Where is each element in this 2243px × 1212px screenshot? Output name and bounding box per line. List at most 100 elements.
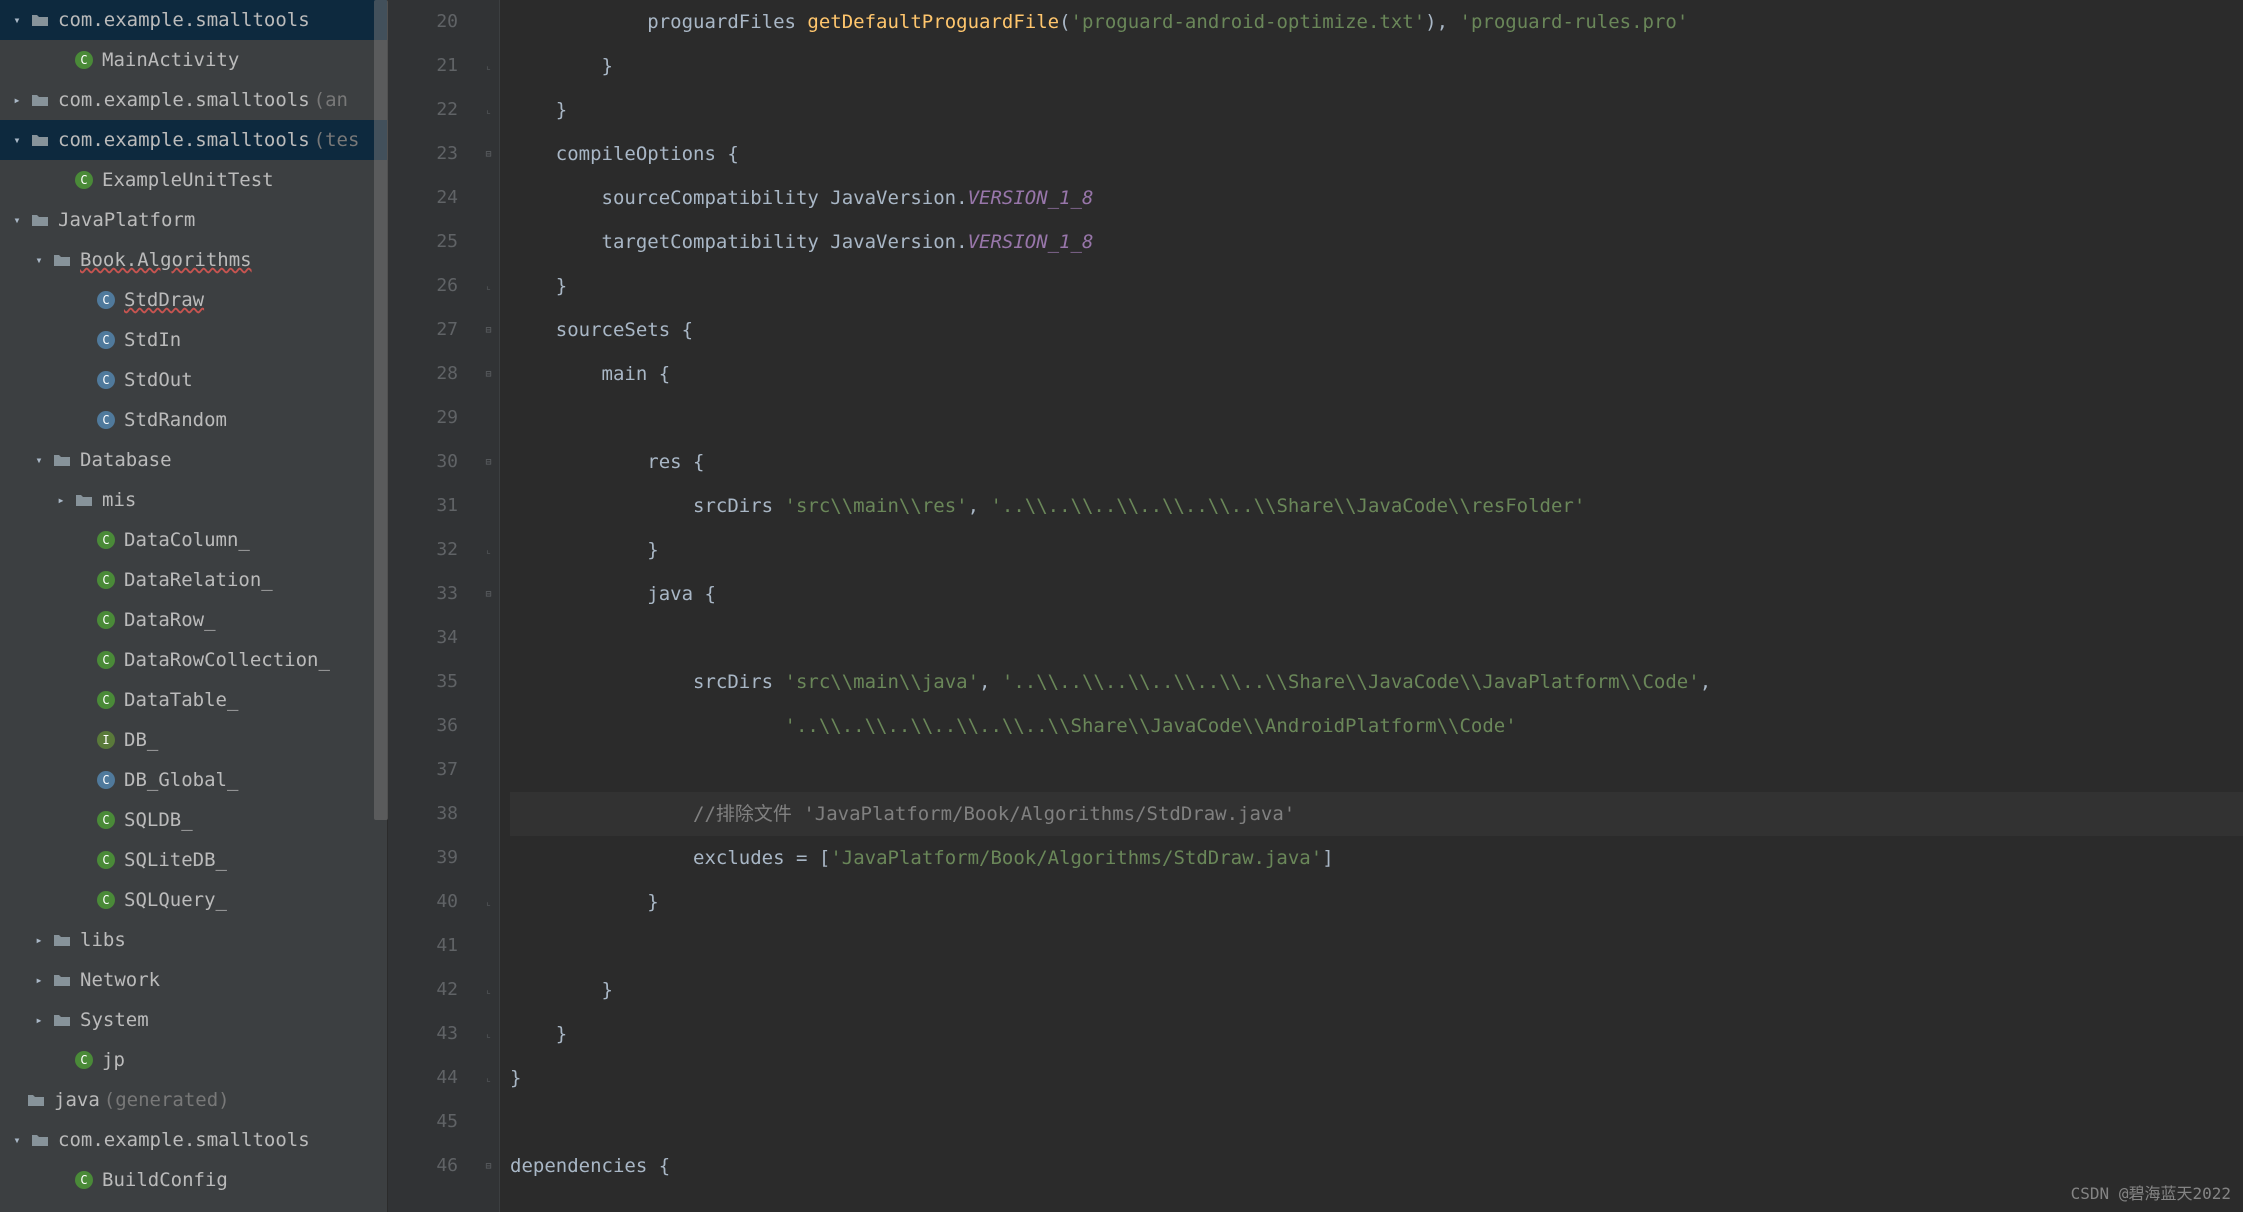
tree-item-datatable-[interactable]: CDataTable_	[0, 680, 387, 720]
code-area[interactable]: proguardFiles getDefaultProguardFile('pr…	[500, 0, 2243, 1212]
chevron-down-icon[interactable]: ▾	[30, 451, 48, 469]
tree-item-com-example-smalltools[interactable]: ▸com.example.smalltools(an	[0, 80, 387, 120]
chevron-right-icon[interactable]: ▸	[30, 971, 48, 989]
code-line[interactable]: res {	[510, 440, 2243, 484]
fold-open-icon[interactable]: ⊟	[478, 132, 499, 176]
code-line[interactable]: proguardFiles getDefaultProguardFile('pr…	[510, 0, 2243, 44]
class-icon: C	[96, 690, 116, 710]
line-number: 34	[388, 616, 458, 660]
token-bracket: {	[693, 451, 704, 473]
tree-item-sqldb-[interactable]: CSQLDB_	[0, 800, 387, 840]
java-icon: C	[96, 410, 116, 430]
fold-close-icon[interactable]: ⌞	[478, 264, 499, 308]
line-number: 36	[388, 704, 458, 748]
fold-close-icon[interactable]: ⌞	[478, 88, 499, 132]
tree-item-libs[interactable]: ▸libs	[0, 920, 387, 960]
code-line[interactable]: }	[510, 880, 2243, 924]
tree-item-java[interactable]: java(generated)	[0, 1080, 387, 1120]
fold-close-icon[interactable]: ⌞	[478, 968, 499, 1012]
tree-label: com.example.smalltools	[58, 129, 310, 151]
code-line[interactable]	[510, 396, 2243, 440]
code-line[interactable]: sourceSets {	[510, 308, 2243, 352]
project-tree[interactable]: ▾com.example.smalltoolsCMainActivity▸com…	[0, 0, 388, 1212]
tree-item-db-global-[interactable]: CDB_Global_	[0, 760, 387, 800]
tree-item-com-example-smalltools-tes[interactable]: ▸com.example.smalltools.tes	[0, 1200, 387, 1212]
tree-item-datarowcollection-[interactable]: CDataRowCollection_	[0, 640, 387, 680]
scrollbar-thumb[interactable]	[374, 0, 388, 820]
code-line[interactable]: //排除文件 'JavaPlatform/Book/Algorithms/Std…	[510, 792, 2243, 836]
code-line[interactable]: }	[510, 968, 2243, 1012]
code-line[interactable]: }	[510, 1056, 2243, 1100]
fold-close-icon[interactable]: ⌞	[478, 528, 499, 572]
tree-item-sqlquery-[interactable]: CSQLQuery_	[0, 880, 387, 920]
fold-open-icon[interactable]: ⊟	[478, 572, 499, 616]
tree-item-jp[interactable]: Cjp	[0, 1040, 387, 1080]
tree-item-stddraw[interactable]: CStdDraw	[0, 280, 387, 320]
tree-item-mis[interactable]: ▸mis	[0, 480, 387, 520]
line-number: 41	[388, 924, 458, 968]
code-line[interactable]: '..\\..\\..\\..\\..\\..\\Share\\JavaCode…	[510, 704, 2243, 748]
tree-item-javaplatform[interactable]: ▾JavaPlatform	[0, 200, 387, 240]
tree-item-datarow-[interactable]: CDataRow_	[0, 600, 387, 640]
tree-item-stdin[interactable]: CStdIn	[0, 320, 387, 360]
chevron-right-icon[interactable]: ▸	[8, 91, 26, 109]
fold-close-icon[interactable]: ⌞	[478, 880, 499, 924]
code-line[interactable]: }	[510, 44, 2243, 88]
chevron-down-icon[interactable]: ▾	[30, 251, 48, 269]
code-line[interactable]: compileOptions {	[510, 132, 2243, 176]
code-line[interactable]: main {	[510, 352, 2243, 396]
code-line[interactable]: targetCompatibility JavaVersion.VERSION_…	[510, 220, 2243, 264]
tree-item-database[interactable]: ▾Database	[0, 440, 387, 480]
tree-item-sqlitedb-[interactable]: CSQLiteDB_	[0, 840, 387, 880]
line-number: 37	[388, 748, 458, 792]
code-line[interactable]: }	[510, 88, 2243, 132]
fold-close-icon[interactable]: ⌞	[478, 44, 499, 88]
tree-item-exampleunittest[interactable]: CExampleUnitTest	[0, 160, 387, 200]
code-line[interactable]: }	[510, 264, 2243, 308]
fold-close-icon[interactable]: ⌞	[478, 1056, 499, 1100]
tree-item-book-algorithms[interactable]: ▾Book.Algorithms	[0, 240, 387, 280]
fold-column[interactable]: ⌞⌞⊟⌞⊟⊟⊟⌞⊟⌞⌞⌞⌞⊟	[478, 0, 500, 1212]
tree-item-buildconfig[interactable]: CBuildConfig	[0, 1160, 387, 1200]
tree-item-com-example-smalltools[interactable]: ▾com.example.smalltools	[0, 1120, 387, 1160]
chevron-down-icon[interactable]: ▾	[8, 131, 26, 149]
tree-item-com-example-smalltools[interactable]: ▾com.example.smalltools(tes	[0, 120, 387, 160]
fold-open-icon[interactable]: ⊟	[478, 1144, 499, 1188]
chevron-right-icon[interactable]: ▸	[30, 931, 48, 949]
code-line[interactable]: srcDirs 'src\\main\\res', '..\\..\\..\\.…	[510, 484, 2243, 528]
tree-item-datacolumn-[interactable]: CDataColumn_	[0, 520, 387, 560]
fold-open-icon[interactable]: ⊟	[478, 308, 499, 352]
java-icon: C	[96, 770, 116, 790]
code-line[interactable]: }	[510, 1012, 2243, 1056]
tree-item-system[interactable]: ▸System	[0, 1000, 387, 1040]
tree-item-com-example-smalltools[interactable]: ▾com.example.smalltools	[0, 0, 387, 40]
fold-close-icon[interactable]: ⌞	[478, 1012, 499, 1056]
code-line[interactable]	[510, 924, 2243, 968]
code-line[interactable]: dependencies {	[510, 1144, 2243, 1188]
chevron-right-icon[interactable]: ▸	[52, 491, 70, 509]
code-line[interactable]: }	[510, 528, 2243, 572]
chevron-down-icon[interactable]: ▾	[8, 11, 26, 29]
fold-open-icon[interactable]: ⊟	[478, 352, 499, 396]
tree-item-datarelation-[interactable]: CDataRelation_	[0, 560, 387, 600]
chevron-right-icon[interactable]: ▸	[30, 1011, 48, 1029]
tree-item-stdout[interactable]: CStdOut	[0, 360, 387, 400]
tree-item-stdrandom[interactable]: CStdRandom	[0, 400, 387, 440]
chevron-down-icon[interactable]: ▾	[8, 1131, 26, 1149]
fold-open-icon[interactable]: ⊟	[478, 440, 499, 484]
code-line[interactable]	[510, 616, 2243, 660]
folder-icon	[30, 130, 50, 150]
code-line[interactable]	[510, 748, 2243, 792]
code-line[interactable]: excludes = ['JavaPlatform/Book/Algorithm…	[510, 836, 2243, 880]
tree-item-network[interactable]: ▸Network	[0, 960, 387, 1000]
code-editor[interactable]: 2021222324252627282930313233343536373839…	[388, 0, 2243, 1212]
tree-item-db-[interactable]: IDB_	[0, 720, 387, 760]
code-line[interactable]: srcDirs 'src\\main\\java', '..\\..\\..\\…	[510, 660, 2243, 704]
class-icon: C	[74, 1050, 94, 1070]
code-line[interactable]: java {	[510, 572, 2243, 616]
code-line[interactable]	[510, 1100, 2243, 1144]
tree-label: StdIn	[124, 329, 181, 351]
code-line[interactable]: sourceCompatibility JavaVersion.VERSION_…	[510, 176, 2243, 220]
tree-item-mainactivity[interactable]: CMainActivity	[0, 40, 387, 80]
chevron-down-icon[interactable]: ▾	[8, 211, 26, 229]
